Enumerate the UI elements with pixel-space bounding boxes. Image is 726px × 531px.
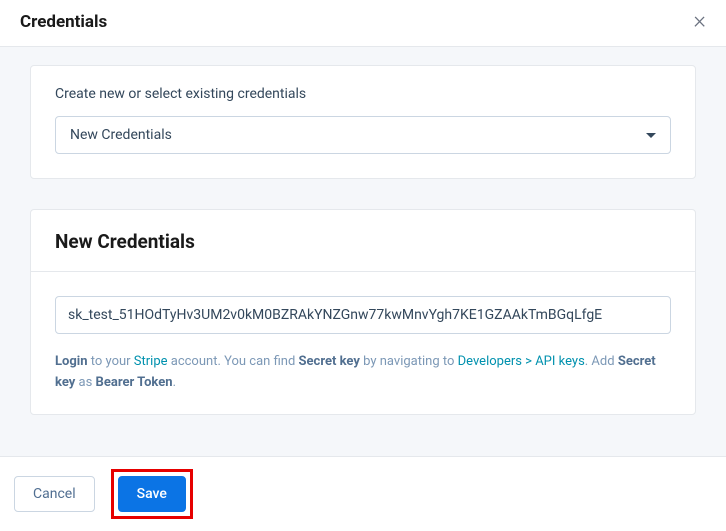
helper-text: Login to your Stripe account. You can fi… [55,352,671,394]
new-credentials-header: New Credentials [31,210,695,272]
helper-secretkey1: Secret key [299,354,360,369]
credentials-select[interactable]: New Credentials [55,116,671,154]
select-credentials-card: Create new or select existing credential… [30,65,696,179]
helper-login: Login [55,354,88,369]
close-icon[interactable]: × [693,8,706,32]
modal-content: Create new or select existing credential… [0,47,726,463]
helper-t3: account. You can find [168,354,299,369]
save-button-highlight: Save [111,469,193,519]
helper-t10: . [173,375,176,390]
helper-bearer: Bearer Token [96,375,173,390]
secret-key-input[interactable] [55,296,671,334]
helper-t2: to your [88,354,134,369]
modal-title: Credentials [20,12,107,32]
new-credentials-body: Login to your Stripe account. You can fi… [31,272,695,414]
helper-t8: as [75,375,95,390]
select-credentials-label: Create new or select existing credential… [55,86,671,102]
helper-t6: . Add [585,354,618,369]
modal-header: Credentials × [0,0,726,47]
caret-down-icon [646,133,656,138]
credentials-select-value: New Credentials [70,127,172,143]
developers-link[interactable]: Developers > API keys [458,354,585,369]
stripe-link[interactable]: Stripe [134,354,168,369]
save-button[interactable]: Save [118,476,186,512]
modal-footer: Cancel Save [0,456,726,531]
new-credentials-title: New Credentials [55,230,671,253]
helper-t5: by navigating to [360,354,458,369]
credentials-select-wrapper: New Credentials [55,116,671,154]
new-credentials-card: New Credentials Login to your Stripe acc… [30,209,696,415]
cancel-button[interactable]: Cancel [14,476,95,512]
